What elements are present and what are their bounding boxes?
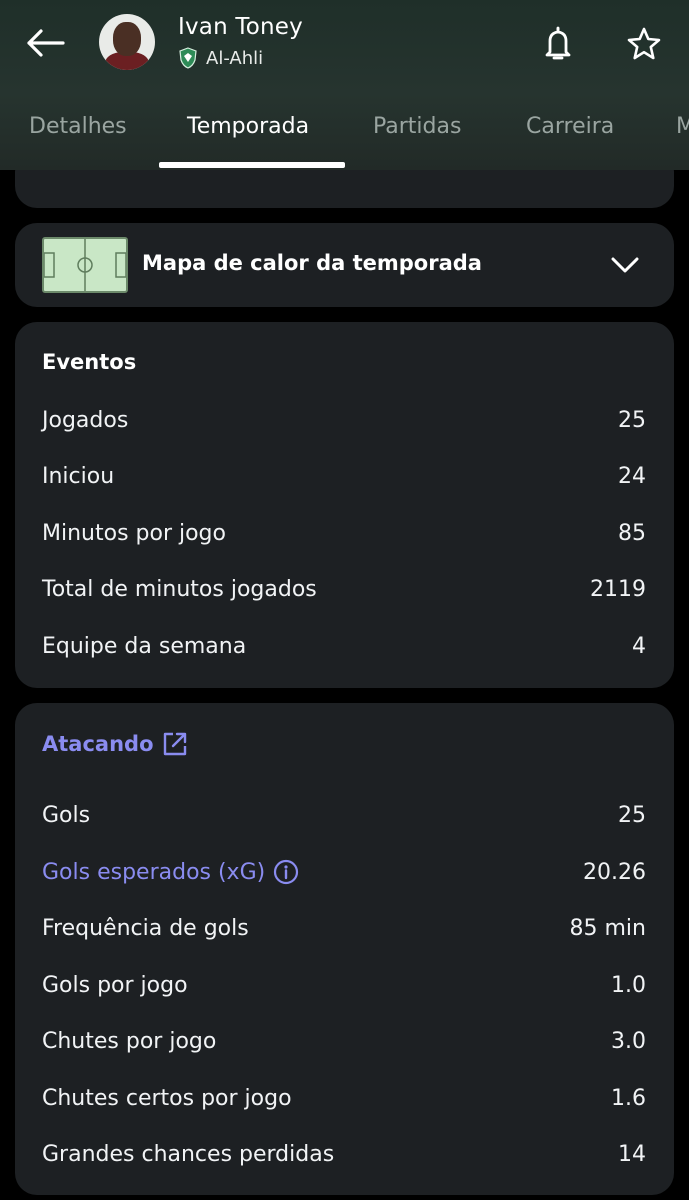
stat-label: Gols <box>42 802 91 828</box>
stat-value: 4 <box>632 633 646 659</box>
stat-value: 1.0 <box>611 972 646 998</box>
stat-row-gols-por-jogo: Gols por jogo 1.0 <box>42 967 646 1003</box>
stat-row-chutes-por-jogo: Chutes por jogo 3.0 <box>42 1023 646 1059</box>
stat-row-minutos-por-jogo: Minutos por jogo 85 <box>42 515 646 551</box>
stat-row-chutes-certos: Chutes certos por jogo 1.6 <box>42 1080 646 1116</box>
xg-link[interactable]: Gols esperados (xG) <box>42 859 299 885</box>
notification-button[interactable] <box>538 22 578 66</box>
stat-row-jogados: Jogados 25 <box>42 402 646 438</box>
al-ahli-badge-icon <box>179 47 197 69</box>
team-row[interactable]: Al-Ahli <box>178 47 263 69</box>
attacking-card: Atacando Gols 25 Gols esperados (xG) 20.… <box>15 703 674 1195</box>
stat-label: Frequência de gols <box>42 915 249 941</box>
attacking-title-link[interactable]: Atacando <box>42 731 188 757</box>
stat-row-frequencia-de-gols: Frequência de gols 85 min <box>42 910 646 946</box>
stat-label: Iniciou <box>42 463 115 489</box>
heatmap-card[interactable]: Mapa de calor da temporada <box>15 223 674 307</box>
stat-label: Jogados <box>42 407 129 433</box>
player-avatar[interactable] <box>99 14 155 70</box>
stat-row-gols-esperados: Gols esperados (xG) 20.26 <box>42 854 646 890</box>
stat-label: Gols esperados (xG) <box>42 859 266 885</box>
tab-bar: Detalhes Temporada Partidas Carreira M <box>0 100 689 170</box>
stat-row-equipe-da-semana: Equipe da semana 4 <box>42 628 646 664</box>
stat-value: 14 <box>618 1141 646 1167</box>
tab-more[interactable]: M <box>676 114 689 139</box>
avatar-face <box>113 22 141 56</box>
stat-value: 24 <box>618 463 646 489</box>
stat-value: 85 <box>618 520 646 546</box>
stat-row-gols: Gols 25 <box>42 797 646 833</box>
back-button[interactable] <box>22 22 68 64</box>
events-card: Eventos Jogados 25 Iniciou 24 Minutos po… <box>15 322 674 688</box>
stat-label: Minutos por jogo <box>42 520 226 546</box>
star-icon <box>627 27 661 60</box>
tab-detalhes[interactable]: Detalhes <box>29 114 127 139</box>
stat-row-iniciou: Iniciou 24 <box>42 458 646 494</box>
external-link-icon <box>163 732 186 756</box>
stat-value: 85 min <box>569 915 646 941</box>
player-header: Ivan Toney Al-Ahli Detalhes Temporada Pa… <box>0 0 689 170</box>
team-name: Al-Ahli <box>206 47 264 69</box>
tab-partidas[interactable]: Partidas <box>373 114 461 139</box>
events-title: Eventos <box>42 350 137 374</box>
arrow-left-icon <box>27 29 65 57</box>
stat-label: Equipe da semana <box>42 633 247 659</box>
heatmap-title: Mapa de calor da temporada <box>142 251 482 275</box>
stat-row-total-minutos: Total de minutos jogados 2119 <box>42 571 646 607</box>
tab-temporada[interactable]: Temporada <box>187 114 309 139</box>
stat-label: Chutes certos por jogo <box>42 1085 292 1111</box>
stat-value: 20.26 <box>583 859 646 885</box>
stat-value: 25 <box>618 802 646 828</box>
stat-label: Gols por jogo <box>42 972 188 998</box>
pitch-icon <box>42 237 128 293</box>
stat-value: 3.0 <box>611 1028 646 1054</box>
tab-carreira[interactable]: Carreira <box>526 114 614 139</box>
stat-value: 2119 <box>590 576 646 602</box>
attacking-title: Atacando <box>42 732 154 756</box>
chevron-down-icon[interactable] <box>609 251 641 279</box>
stat-row-grandes-chances: Grandes chances perdidas 14 <box>42 1136 646 1172</box>
favorite-button[interactable] <box>622 22 666 66</box>
info-icon[interactable] <box>273 859 299 885</box>
stat-label: Grandes chances perdidas <box>42 1141 335 1167</box>
stat-label: Chutes por jogo <box>42 1028 217 1054</box>
player-name: Ivan Toney <box>178 14 303 40</box>
stat-value: 25 <box>618 407 646 433</box>
stat-label: Total de minutos jogados <box>42 576 317 602</box>
active-tab-indicator <box>159 162 345 168</box>
stat-value: 1.6 <box>611 1085 646 1111</box>
bell-icon <box>545 26 571 60</box>
pitch-lines <box>43 239 127 291</box>
